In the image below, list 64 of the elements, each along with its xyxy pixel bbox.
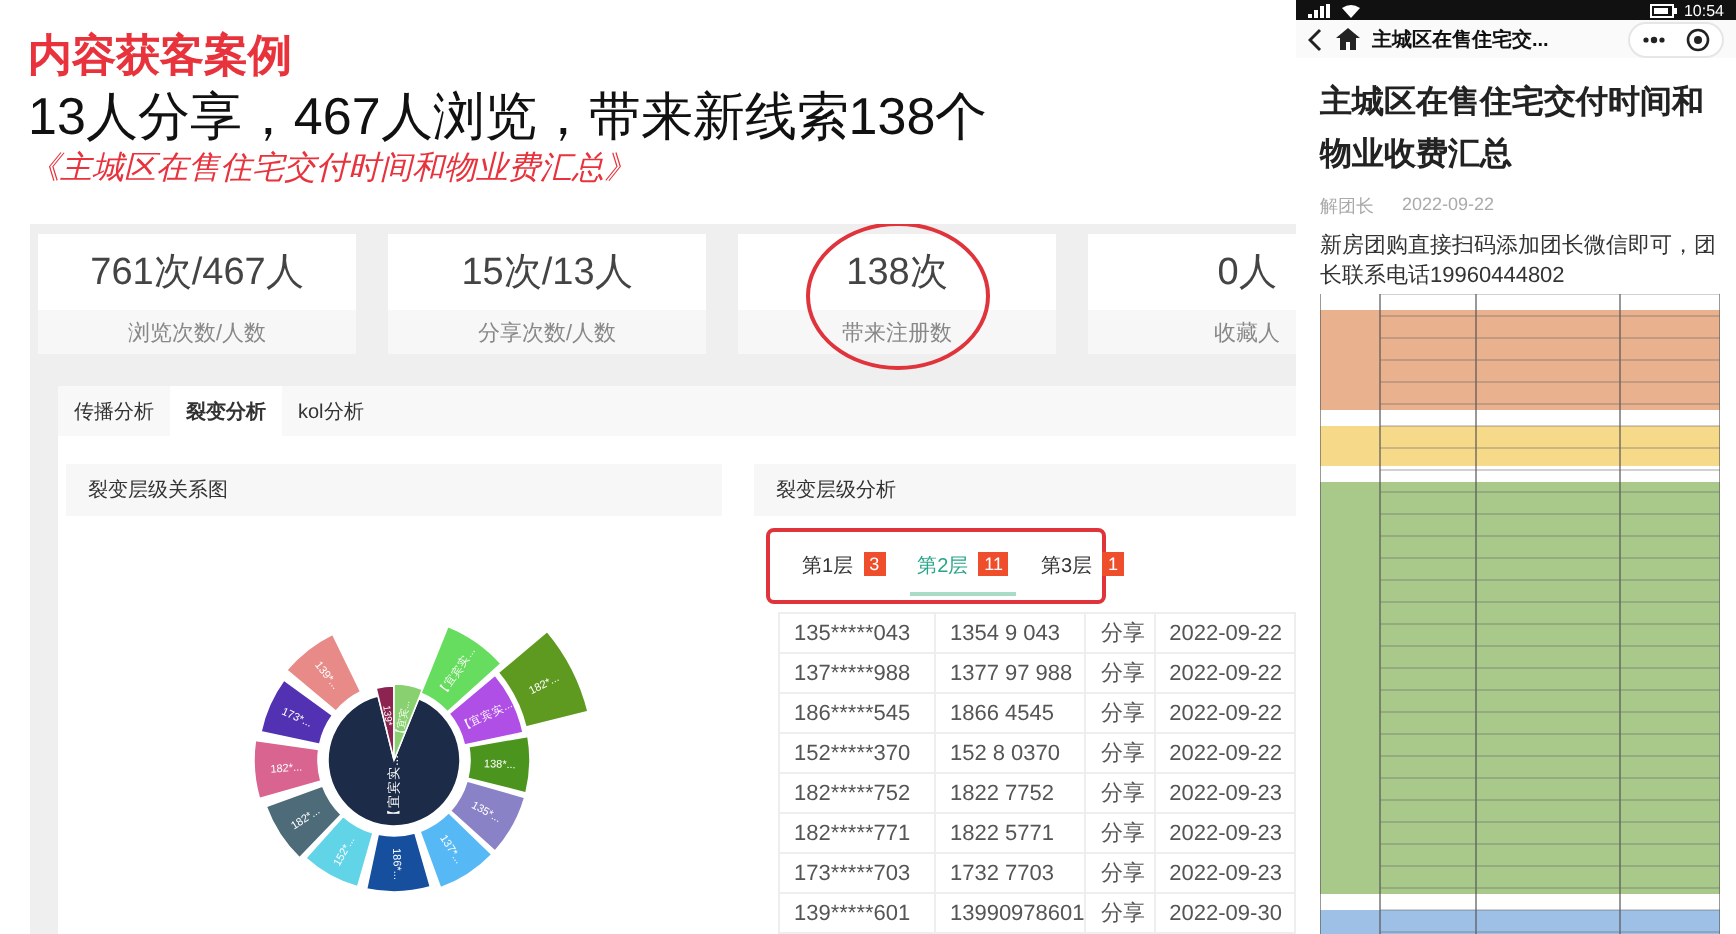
table-cell: 分享 bbox=[1085, 693, 1155, 733]
stat-label: 浏览次数/人数 bbox=[38, 310, 356, 354]
nav-title: 主城区在售住宅交... bbox=[1372, 26, 1551, 54]
table-cell: 1732 7703 bbox=[934, 853, 1086, 893]
back-button[interactable] bbox=[1308, 27, 1324, 52]
article-title: 主城区在售住宅交付时间和物业收费汇总 bbox=[1320, 82, 1706, 176]
table-cell: 分享 bbox=[1085, 653, 1155, 693]
slide-headline: 13人分享，467人浏览，带来新线索138个 bbox=[28, 84, 988, 148]
layer-tab[interactable]: 第3层 1 bbox=[1032, 552, 1133, 596]
article-date: 2022-09-22 bbox=[1402, 194, 1495, 218]
panel-title: 裂变层级分析 bbox=[776, 477, 896, 504]
stat-label: 收藏人 bbox=[1088, 310, 1296, 354]
home-button[interactable] bbox=[1336, 28, 1360, 51]
layer-tab[interactable]: 第2层 11 bbox=[909, 552, 1017, 596]
table-cell: 152 8 0370 bbox=[934, 733, 1086, 773]
table-cell: 分享 bbox=[1085, 773, 1155, 813]
stat-value: 0人 bbox=[1215, 250, 1279, 298]
layer-label: 第1层 bbox=[802, 554, 854, 580]
table-cell: 186*****545 bbox=[779, 693, 935, 733]
table-cell: 2022-09-22 bbox=[1154, 613, 1295, 653]
table-cell: 1354 9 043 bbox=[934, 613, 1086, 653]
table-cell: 139*****601 bbox=[779, 893, 935, 933]
article-text: 新房团购直接扫码添加团长微信即可，团长联系电话19960444802 bbox=[1320, 232, 1718, 292]
table-cell: 182*****752 bbox=[779, 773, 935, 813]
table-cell: 137*****988 bbox=[779, 653, 935, 693]
panel-title: 裂变层级关系图 bbox=[88, 477, 228, 504]
table-cell: 分享 bbox=[1085, 613, 1155, 653]
count-badge: 1 bbox=[1102, 552, 1125, 576]
back-icon bbox=[1308, 27, 1324, 52]
stat-value: 15次/13人 bbox=[459, 250, 635, 298]
analysis-tab[interactable]: kol分析 bbox=[282, 386, 380, 436]
count-badge: 3 bbox=[863, 552, 886, 576]
table-cell: 分享 bbox=[1085, 853, 1155, 893]
more-icon bbox=[1642, 35, 1666, 44]
table-cell: 13990978601 bbox=[934, 893, 1086, 933]
slide-title: 内容获客案例 bbox=[28, 28, 292, 84]
count-badge: 11 bbox=[978, 552, 1009, 576]
layer-label: 第3层 bbox=[1040, 554, 1093, 580]
table-cell: 1822 5771 bbox=[934, 813, 1086, 853]
table-cell: 分享 bbox=[1085, 893, 1155, 933]
table-cell: 182*****771 bbox=[779, 813, 935, 853]
layer-label: 第2层 bbox=[917, 554, 969, 580]
analysis-tab[interactable]: 传播分析 bbox=[58, 386, 170, 436]
table-cell: 1377 97 988 bbox=[934, 653, 1086, 693]
home-icon bbox=[1336, 28, 1360, 51]
analysis-tab[interactable]: 裂变分析 bbox=[170, 386, 282, 436]
more-button[interactable] bbox=[1642, 35, 1666, 44]
stat-label: 分享次数/人数 bbox=[388, 310, 706, 354]
table-cell: 1822 7752 bbox=[934, 773, 1086, 813]
stat-label: 带来注册数 bbox=[738, 310, 1056, 354]
stat-value: 761次/467人 bbox=[88, 250, 306, 298]
close-button[interactable] bbox=[1686, 27, 1710, 52]
table-cell: 1866 4545 bbox=[934, 693, 1086, 733]
slide-subtitle: 《主城区在售住宅交付时间和物业费汇总》 bbox=[28, 149, 636, 190]
layer-tab[interactable]: 第1层 3 bbox=[794, 552, 894, 596]
table-cell: 135*****043 bbox=[779, 613, 935, 653]
article-author: 解团长 bbox=[1320, 194, 1374, 220]
table-cell: 173*****703 bbox=[779, 853, 935, 893]
status-time: 10:54 bbox=[1683, 1, 1724, 20]
table-cell: 152*****370 bbox=[779, 733, 935, 773]
table-cell: 分享 bbox=[1085, 733, 1155, 773]
table-cell: 分享 bbox=[1085, 813, 1155, 853]
target-icon bbox=[1686, 27, 1710, 52]
stat-value: 138次 bbox=[844, 250, 950, 298]
